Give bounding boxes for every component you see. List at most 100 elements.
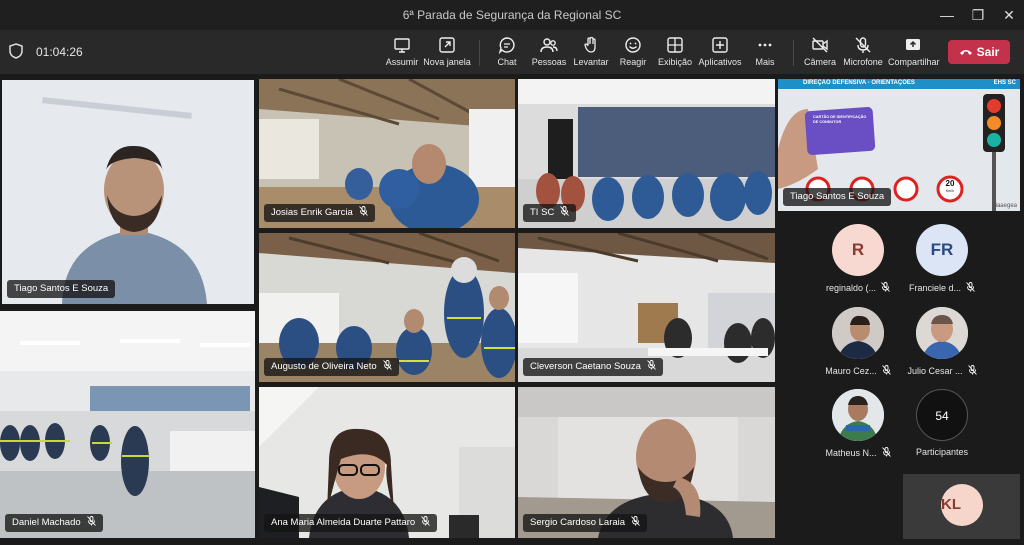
video-tile[interactable]: Daniel Machado [0, 311, 255, 538]
smile-icon [625, 37, 641, 53]
presentation-header-text: DIREÇÃO DEFENSIVA - ORIENTAÇÕES [803, 80, 915, 86]
participant-name: Cleverson Caetano Souza [530, 361, 641, 372]
participant-nametag: TI SC [523, 204, 577, 222]
more-icon [758, 43, 772, 47]
apps-button[interactable]: Aplicativos [695, 36, 745, 72]
share-screen-icon [906, 39, 920, 50]
presentation-brand-text: EHS SC [993, 80, 1016, 86]
participant-nametag: Tiago Santos E Souza [783, 188, 892, 206]
logo-text: ciaaegea [992, 203, 1017, 209]
mic-off-icon [855, 37, 871, 53]
presentation-tile[interactable]: DIREÇÃO DEFENSIVA - ORIENTAÇÕES EHS SC C… [778, 79, 1020, 211]
grid-view-icon [667, 37, 683, 53]
microphone-label: Microfone [843, 57, 883, 67]
shield-icon [9, 43, 23, 59]
participant-name: Ana Maria Almeida Duarte Pattaro [271, 517, 416, 528]
video-tile[interactable]: TI SC [518, 79, 775, 228]
participant-nametag: Daniel Machado [5, 514, 103, 532]
participant-nametag: Sergio Cardoso Laraia [523, 514, 648, 532]
view-label: Exibição [657, 57, 693, 67]
new-window-button[interactable]: Nova janela [422, 36, 472, 72]
mic-off-icon [881, 282, 890, 292]
speed-limit-unit: Km/h [945, 189, 955, 193]
participant-avatar-item[interactable]: FR Franciele d... [890, 224, 994, 304]
minimize-button[interactable]: — [932, 4, 962, 26]
meeting-timer: 01:04:26 [36, 45, 83, 59]
pop-out-icon [439, 37, 455, 53]
mic-off-icon [560, 206, 570, 216]
maximize-button[interactable]: ❐ [963, 4, 993, 26]
participant-name: Josias Enrik Garcia [271, 207, 353, 218]
participant-nametag: Josias Enrik Garcia [264, 204, 375, 222]
avatar: FR [916, 224, 968, 276]
video-tile[interactable]: Cleverson Caetano Souza [518, 233, 775, 382]
mic-off-icon [421, 516, 430, 526]
hand-icon [584, 36, 596, 53]
participant-name: Tiago Santos E Souza [14, 283, 109, 294]
camera-off-icon [812, 37, 828, 53]
participant-name: Tiago Santos E Souza [790, 191, 885, 202]
close-button[interactable]: ✕ [994, 4, 1024, 26]
title-bar: 6ª Parada de Segurança da Regional SC — … [0, 0, 1024, 30]
avatar [832, 389, 884, 441]
new-window-label: Nova janela [423, 57, 471, 67]
view-button[interactable]: Exibição [650, 36, 700, 72]
mic-off-icon [86, 516, 96, 526]
mic-off-icon [966, 282, 975, 292]
participant-name: Augusto de Oliveira Neto [271, 361, 377, 372]
participant-name: Julio Cesar ... [890, 365, 994, 376]
participants-count-label: Participantes [915, 447, 969, 457]
avatar [916, 307, 968, 359]
self-view-tile[interactable]: KL [903, 474, 1020, 539]
speaker-video [2, 80, 254, 304]
self-avatar: KL [941, 484, 983, 526]
participants-count-button[interactable]: 54 Participantes [890, 389, 994, 469]
people-icon [540, 38, 558, 53]
microphone-button[interactable]: Microfone [838, 36, 888, 72]
participant-name: TI SC [530, 207, 555, 218]
avatar: R [832, 224, 884, 276]
participant-name: Daniel Machado [12, 517, 81, 528]
meeting-toolbar: 01:04:26 Assumir Nova janela Chat Pessoa… [0, 30, 1024, 74]
add-app-icon [712, 37, 728, 53]
video-tile-active-speaker[interactable]: Tiago Santos E Souza [2, 80, 254, 304]
avatar-photo [832, 389, 884, 441]
mic-off-icon [967, 365, 977, 375]
mic-off-icon [631, 516, 640, 526]
avatar [832, 307, 884, 359]
more-button[interactable]: Mais [740, 36, 790, 72]
participant-nametag: Augusto de Oliveira Neto [264, 358, 399, 376]
avatar-photo [916, 307, 968, 359]
participants-count: 54 [916, 389, 968, 441]
presentation-header: DIREÇÃO DEFENSIVA - ORIENTAÇÕES EHS SC [778, 79, 1020, 89]
leave-label: Sair [976, 45, 1000, 59]
apps-label: Aplicativos [698, 57, 742, 67]
mic-off-icon [382, 360, 392, 370]
toolbar-divider [479, 40, 480, 66]
participant-avatar-item[interactable]: Julio Cesar ... [890, 307, 994, 387]
avatar-photo [832, 307, 884, 359]
participant-nametag: Tiago Santos E Souza [7, 280, 116, 298]
more-label: Mais [755, 57, 775, 67]
toolbar-divider [793, 40, 794, 66]
share-screen-label: Compartilhar [888, 57, 940, 67]
speed-limit-value: 20 [945, 179, 955, 188]
mic-off-icon [359, 206, 368, 216]
video-tile[interactable]: Augusto de Oliveira Neto [259, 233, 515, 382]
screen-icon [394, 38, 410, 53]
participant-nametag: Cleverson Caetano Souza [523, 358, 663, 376]
participant-name: Sergio Cardoso Laraia [530, 517, 626, 528]
video-tile[interactable]: Josias Enrik Garcia [259, 79, 515, 228]
take-control-label: Assumir [385, 57, 419, 67]
chat-icon [498, 37, 515, 54]
take-control-button[interactable]: Assumir [377, 36, 427, 72]
window-title: 6ª Parada de Segurança da Regional SC [402, 8, 622, 22]
participant-name: Franciele d... [890, 282, 994, 293]
video-tile[interactable]: Ana Maria Almeida Duarte Pattaro [259, 387, 515, 538]
video-tile[interactable]: Sergio Cardoso Laraia [518, 387, 775, 538]
conductor-card-text: CARTÃO DE IDENTIFICAÇÃO DE CONDUTOR [813, 115, 867, 124]
participant-nametag: Ana Maria Almeida Duarte Pattaro [264, 514, 438, 532]
leave-button[interactable]: Sair [948, 40, 1010, 64]
share-screen-button[interactable]: Compartilhar [888, 36, 940, 72]
hang-up-icon [959, 50, 972, 55]
